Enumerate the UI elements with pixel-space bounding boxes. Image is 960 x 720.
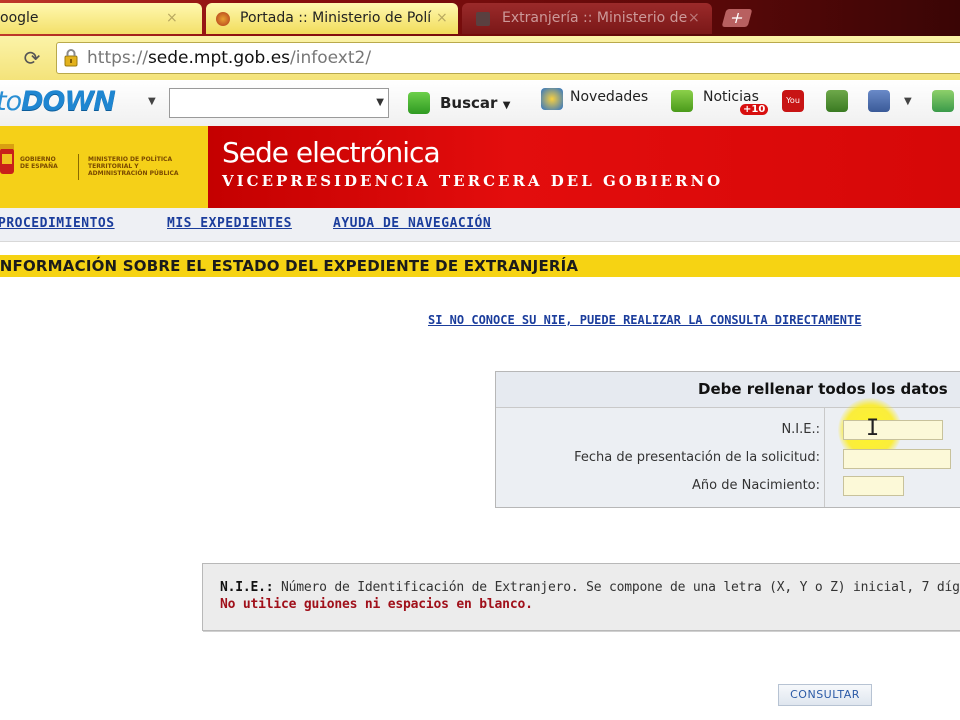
rss-icon xyxy=(671,90,693,112)
chevron-down-icon: ▼ xyxy=(502,100,511,111)
store-icon[interactable] xyxy=(826,90,848,112)
gobierno-text: GOBIERNO DE ESPAÑA xyxy=(20,156,58,170)
nie-warning: No utilice guiones ni espacios en blanco… xyxy=(220,597,533,612)
nav-procedimientos[interactable]: PROCEDIMIENTOS xyxy=(0,216,115,231)
close-icon[interactable]: × xyxy=(436,3,448,33)
sede-title: Sede electrónica xyxy=(222,136,441,169)
gobierno-logo-panel: GOBIERNO DE ESPAÑA MINISTERIO DE POLÍTIC… xyxy=(0,126,208,208)
youtube-icon[interactable]: You xyxy=(782,90,804,112)
logo-main: DOWN xyxy=(21,86,116,117)
vicepresidencia-title: VICEPRESIDENCIA TERCERA DEL GOBIERNO xyxy=(222,172,724,190)
chevron-down-icon[interactable]: ▼ xyxy=(148,96,156,107)
chevron-down-icon[interactable]: ▼ xyxy=(376,97,384,108)
buscar-button[interactable]: Buscar ▼ xyxy=(440,90,510,116)
media-icon[interactable] xyxy=(868,90,890,112)
tab-label: oogle xyxy=(0,10,39,26)
url-input[interactable]: https://sede.mpt.gob.es/infoext2/ xyxy=(56,42,960,74)
buscar-arrow-icon xyxy=(408,92,430,114)
tab-label: Extranjería :: Ministerio de xyxy=(502,10,688,26)
close-icon[interactable]: × xyxy=(688,3,700,33)
nav-ayuda-navegacion[interactable]: AYUDA DE NAVEGACIÓN xyxy=(333,216,491,231)
nie-term: N.I.E.: xyxy=(220,580,274,595)
extension-toolbar: toDOWN ▼ ▼ Buscar ▼ Novedades Noticias +… xyxy=(0,80,960,127)
tab-portada[interactable]: Portada :: Ministerio de Polí × xyxy=(206,3,458,34)
url-scheme: https:// xyxy=(87,48,148,68)
nav-mis-expedientes[interactable]: MIS EXPEDIENTES xyxy=(167,216,292,231)
url-path: /infoext2/ xyxy=(290,48,372,68)
address-bar-row: ⟳ https://sede.mpt.gob.es/infoext2/ xyxy=(0,36,960,80)
ano-nacimiento-input[interactable] xyxy=(843,476,904,496)
todown-logo[interactable]: toDOWN xyxy=(0,86,116,117)
url-host: sede.mpt.gob.es xyxy=(147,48,291,68)
nie-label: N.I.E.: xyxy=(781,422,820,437)
ministerio-text: MINISTERIO DE POLÍTICA TERRITORIAL Y ADM… xyxy=(88,156,179,177)
logo-divider xyxy=(78,154,79,180)
section-title: INFORMACIÓN SOBRE EL ESTADO DEL EXPEDIEN… xyxy=(0,257,579,275)
page-favicon-icon xyxy=(476,12,490,26)
close-icon[interactable]: × xyxy=(166,3,178,33)
nie-description: N.I.E.: Número de Identificación de Extr… xyxy=(220,580,960,595)
tab-label: Portada :: Ministerio de Polí xyxy=(240,10,432,26)
url-text: https://sede.mpt.gob.es/infoext2/ xyxy=(87,47,371,69)
novedades-icon xyxy=(541,88,563,110)
form-column-divider xyxy=(824,408,825,507)
logo-prefix: to xyxy=(0,86,22,117)
noticias-button[interactable]: Noticias xyxy=(703,89,759,105)
fecha-presentacion-input[interactable] xyxy=(843,449,951,469)
coat-of-arms-icon xyxy=(0,144,14,174)
browser-tab-strip: oogle × Portada :: Ministerio de Polí × … xyxy=(0,0,960,36)
ano-nacimiento-label: Año de Nacimiento: xyxy=(692,478,820,493)
reload-icon[interactable]: ⟳ xyxy=(20,46,44,70)
tab-extranjeria[interactable]: Extranjería :: Ministerio de × xyxy=(462,3,712,34)
chevron-down-icon[interactable]: ▼ xyxy=(904,96,912,107)
noticias-badge: +10 xyxy=(740,104,769,115)
toolbar-search-input[interactable]: ▼ xyxy=(169,88,389,118)
new-tab-button[interactable]: + xyxy=(721,8,753,27)
tab-google[interactable]: oogle × xyxy=(0,3,202,34)
form-heading: Debe rellenar todos los datos xyxy=(698,380,948,398)
consultar-button[interactable]: CONSULTAR xyxy=(778,684,872,706)
site-nav: PROCEDIMIENTOS MIS EXPEDIENTES AYUDA DE … xyxy=(0,208,960,242)
consulta-sin-nie-link[interactable]: SI NO CONOCE SU NIE, PUEDE REALIZAR LA C… xyxy=(428,313,861,327)
text-cursor-icon: I xyxy=(866,416,880,441)
novedades-button[interactable]: Novedades xyxy=(570,89,648,105)
buscar-label: Buscar xyxy=(440,94,498,112)
nie-input[interactable] xyxy=(843,420,943,440)
extension-icon[interactable] xyxy=(932,90,954,112)
lock-warning-icon xyxy=(64,49,78,67)
ministerio-favicon-icon xyxy=(216,12,230,26)
nie-description-text: Número de Identificación de Extranjero. … xyxy=(273,580,960,595)
fecha-presentacion-label: Fecha de presentación de la solicitud: xyxy=(574,450,820,465)
